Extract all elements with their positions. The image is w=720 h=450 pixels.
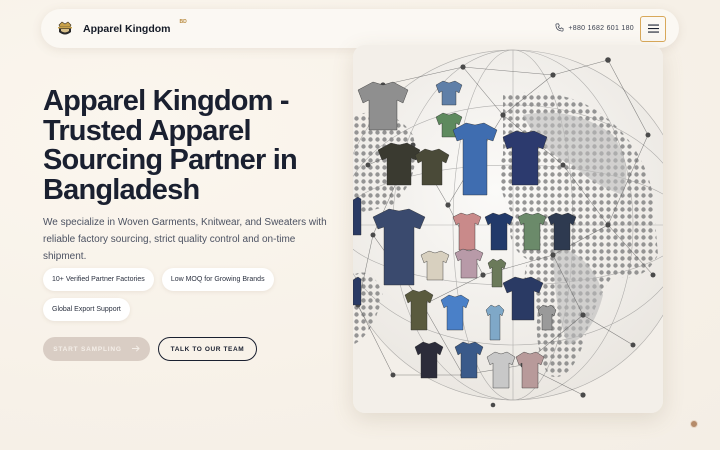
feature-chip: 10+ Verified Partner Factories xyxy=(43,268,154,291)
brand-superscript: BD xyxy=(179,18,187,25)
phone-number: +880 1682 601 180 xyxy=(568,25,634,32)
hero-title: Apparel Kingdom - Trusted Apparel Sourci… xyxy=(43,85,298,206)
start-sampling-label: START SAMPLING xyxy=(53,345,122,353)
feature-chips: 10+ Verified Partner Factories Low MOQ f… xyxy=(43,268,303,321)
phone-icon xyxy=(555,23,564,34)
phone-link[interactable]: +880 1682 601 180 xyxy=(555,23,634,34)
hero-globe-apparel-image xyxy=(353,45,663,413)
scroll-to-top-button[interactable] xyxy=(690,420,698,428)
crest-icon xyxy=(55,19,75,39)
hamburger-icon xyxy=(647,20,659,38)
top-navbar: Apparel Kingdom BD +880 1682 601 180 xyxy=(41,9,679,48)
arrow-right-icon xyxy=(131,344,140,354)
talk-to-team-button[interactable]: TALK TO OUR TEAM xyxy=(158,337,257,361)
hero-actions: START SAMPLING TALK TO OUR TEAM xyxy=(43,337,257,361)
brand-name: Apparel Kingdom xyxy=(83,22,171,35)
brand[interactable]: Apparel Kingdom BD xyxy=(55,19,187,39)
start-sampling-button[interactable]: START SAMPLING xyxy=(43,337,150,361)
feature-chip: Low MOQ for Growing Brands xyxy=(161,268,274,291)
menu-button[interactable] xyxy=(640,15,666,42)
hero-description: We specialize in Woven Garments, Knitwea… xyxy=(43,217,327,262)
feature-chip: Global Export Support xyxy=(43,298,130,321)
